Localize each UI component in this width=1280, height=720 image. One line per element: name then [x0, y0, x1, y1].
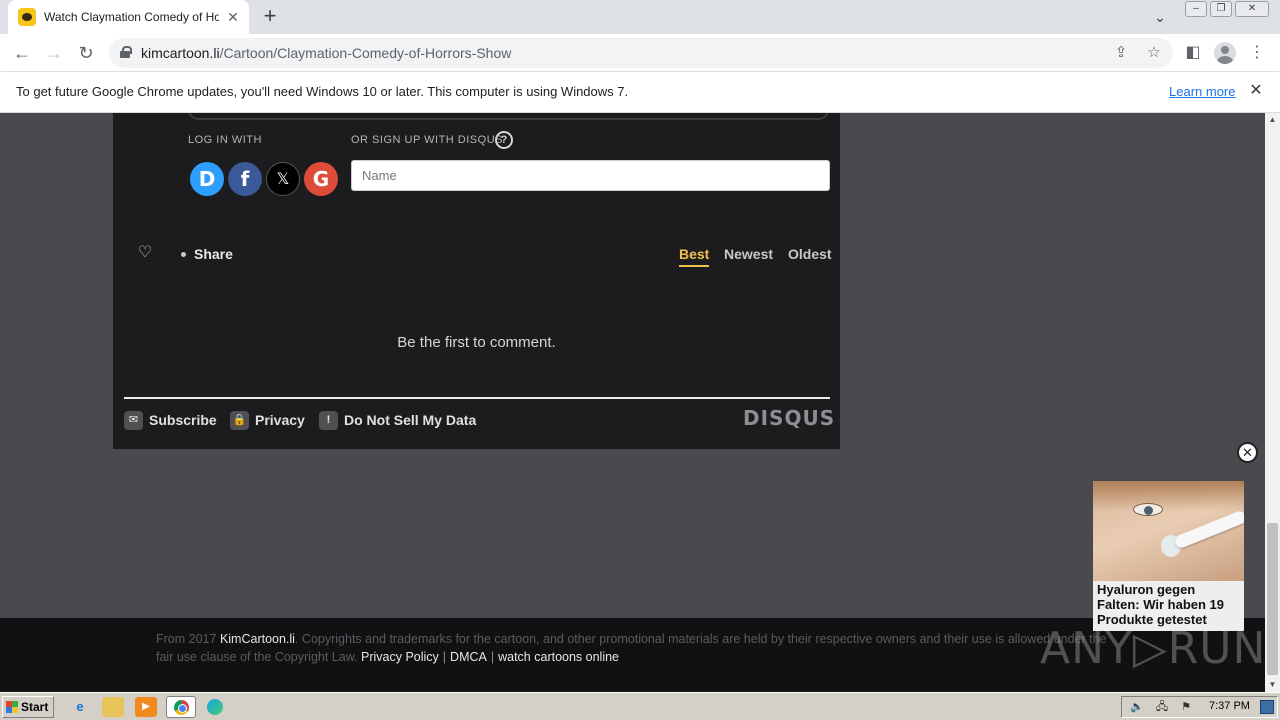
chrome-logo-icon: [174, 700, 189, 715]
ad-image-eye: [1133, 503, 1163, 516]
action-center-flag-icon[interactable]: ⚑: [1179, 700, 1193, 714]
update-infobar: To get future Google Chrome updates, you…: [0, 72, 1280, 113]
new-tab-button[interactable]: +: [258, 5, 282, 29]
chrome-taskbar-icon[interactable]: [166, 696, 196, 718]
infobar-message: To get future Google Chrome updates, you…: [16, 84, 629, 99]
tab-strip: Watch Claymation Comedy of Horrors ✕ + ⌄…: [0, 0, 1280, 34]
bullet-dot: [181, 252, 186, 257]
menu-kebab-icon[interactable]: ⋮: [1245, 41, 1269, 65]
do-not-sell-link[interactable]: ! Do Not Sell My Data: [319, 410, 476, 430]
facebook-login-icon[interactable]: f: [228, 162, 262, 196]
disqus-login-icon[interactable]: D: [190, 162, 224, 196]
media-player-icon[interactable]: ▶: [135, 697, 157, 717]
page-content: LOG IN WITH OR SIGN UP WITH DISQUS ? D f…: [0, 113, 1265, 692]
privacy-label: Privacy: [255, 412, 305, 428]
dmca-link[interactable]: DMCA: [450, 650, 487, 664]
tab-close-icon[interactable]: ✕: [225, 9, 241, 25]
share-page-icon[interactable]: ⇪: [1111, 43, 1131, 63]
envelope-icon: ✉: [124, 410, 143, 430]
footer-divider: [124, 397, 830, 399]
back-arrow-icon[interactable]: ←: [10, 41, 34, 65]
clock[interactable]: 7:37 PM: [1209, 700, 1250, 712]
browser-toolbar: ← → ↻ kimcartoon.li/Cartoon/Claymation-C…: [0, 34, 1280, 72]
comment-editor[interactable]: [187, 113, 830, 120]
start-label: Start: [21, 700, 49, 714]
lock-icon[interactable]: [120, 46, 132, 58]
sort-newest-tab[interactable]: Newest: [724, 246, 773, 262]
separator: |: [442, 650, 447, 664]
anyrun-watermark: ANY▷RUN: [1040, 623, 1265, 674]
ad-image: [1093, 481, 1244, 581]
profile-avatar-icon[interactable]: [1214, 42, 1236, 64]
exclamation-icon: !: [319, 410, 338, 430]
side-panel-icon[interactable]: ◧: [1181, 41, 1205, 65]
scroll-thumb[interactable]: [1267, 523, 1278, 675]
subscribe-label: Subscribe: [149, 412, 217, 428]
browser-tab[interactable]: Watch Claymation Comedy of Horrors ✕: [8, 0, 249, 34]
privacy-link[interactable]: 🔒 Privacy: [230, 410, 305, 430]
minimize-button[interactable]: –: [1185, 1, 1207, 17]
system-tray: 🔈 🖧 ⚑ 7:37 PM: [1121, 696, 1278, 718]
tab-search-chevron-icon[interactable]: ⌄: [1150, 7, 1170, 27]
tab-title: Watch Claymation Comedy of Horrors: [44, 10, 219, 24]
do-not-sell-label: Do Not Sell My Data: [344, 412, 477, 428]
volume-icon[interactable]: 🔈: [1130, 700, 1144, 714]
x-login-icon[interactable]: 𝕏: [266, 162, 300, 196]
url-text[interactable]: kimcartoon.li/Cartoon/Claymation-Comedy-…: [141, 45, 511, 61]
help-icon[interactable]: ?: [495, 131, 513, 149]
reload-icon[interactable]: ↻: [74, 41, 98, 65]
learn-more-link[interactable]: Learn more: [1169, 84, 1235, 99]
bookmark-star-icon[interactable]: ☆: [1144, 43, 1164, 63]
subscribe-link[interactable]: ✉ Subscribe: [124, 410, 217, 430]
address-bar[interactable]: kimcartoon.li/Cartoon/Claymation-Comedy-…: [109, 38, 1173, 68]
disqus-comments: LOG IN WITH OR SIGN UP WITH DISQUS ? D f…: [113, 113, 840, 449]
restore-button[interactable]: ❐: [1210, 1, 1232, 17]
sign-up-label: OR SIGN UP WITH DISQUS: [351, 134, 503, 146]
sort-oldest-tab[interactable]: Oldest: [788, 246, 832, 262]
advertisement[interactable]: Hyaluron gegen Falten: Wir haben 19 Prod…: [1093, 481, 1244, 631]
forward-arrow-icon[interactable]: →: [42, 41, 66, 65]
start-button[interactable]: Start: [2, 696, 54, 718]
edge-icon[interactable]: [204, 697, 226, 717]
site-home-link[interactable]: KimCartoon.li: [220, 632, 295, 646]
footer-body: . Copyrights and trademarks for the cart…: [156, 632, 1107, 664]
footer-prefix: From 2017: [156, 632, 217, 646]
network-icon[interactable]: 🖧: [1155, 700, 1169, 714]
empty-comments-message: Be the first to comment.: [397, 334, 556, 351]
watch-cartoons-link[interactable]: watch cartoons online: [498, 650, 619, 664]
edge-logo-icon: [207, 699, 223, 715]
scroll-up-icon[interactable]: ▲: [1265, 113, 1280, 127]
privacy-policy-link[interactable]: Privacy Policy: [361, 650, 439, 664]
scroll-down-icon[interactable]: ▼: [1265, 678, 1280, 692]
site-favicon-icon: [18, 8, 36, 26]
lock-icon: 🔒: [230, 410, 249, 430]
file-explorer-icon[interactable]: [102, 697, 124, 717]
ad-image-roller: [1173, 509, 1244, 550]
name-input[interactable]: [351, 160, 830, 191]
internet-explorer-icon[interactable]: e: [69, 697, 91, 717]
infobar-close-icon[interactable]: ✕: [1246, 81, 1266, 101]
taskbar: Start e ▶ 🔈 🖧 ⚑ 7:37 PM: [0, 692, 1280, 720]
share-button[interactable]: Share: [194, 246, 233, 262]
windows-logo-icon: [6, 701, 18, 713]
ad-close-icon[interactable]: ✕: [1237, 442, 1258, 463]
google-login-icon[interactable]: G: [304, 162, 338, 196]
log-in-with-label: LOG IN WITH: [188, 134, 262, 146]
show-desktop-icon[interactable]: [1260, 700, 1274, 714]
heart-icon[interactable]: ♡: [135, 243, 155, 263]
footer-copyright: From 2017 KimCartoon.li. Copyrights and …: [156, 630, 1116, 666]
disqus-logo[interactable]: DISQUS: [743, 406, 835, 430]
page-scrollbar[interactable]: ▲ ▼: [1265, 113, 1280, 692]
sort-best-tab[interactable]: Best: [679, 246, 710, 267]
close-window-button[interactable]: ✕: [1235, 1, 1269, 17]
ad-image-hair: [1093, 481, 1244, 511]
separator: |: [490, 650, 495, 664]
